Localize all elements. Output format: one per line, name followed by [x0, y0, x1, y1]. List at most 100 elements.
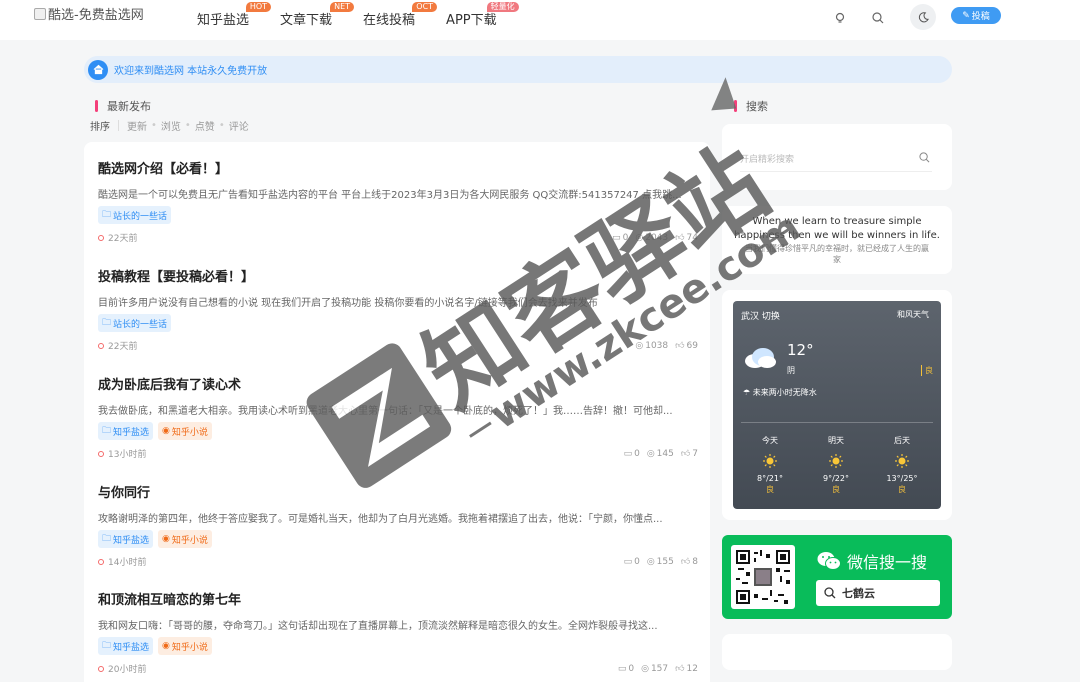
divider — [118, 120, 119, 131]
post-tag[interactable]: ◉ 知乎小说 — [158, 637, 212, 655]
view-count: ◎ 157 — [641, 664, 668, 674]
sort-option-views[interactable]: 浏览 — [161, 118, 181, 133]
book-icon: ◉ — [162, 534, 170, 544]
eye-icon: ◎ — [646, 556, 655, 567]
view-count: ◎ 145 — [647, 449, 674, 459]
post-title[interactable]: 酷选网介绍【必看！】 — [98, 158, 698, 177]
post-title[interactable]: 和顶流相互暗恋的第七年 — [98, 589, 698, 608]
sort-option-updated[interactable]: 更新 — [127, 118, 147, 133]
clock-icon — [98, 342, 104, 349]
rain-forecast: ☂ 未来两小时无降水 — [743, 387, 817, 398]
time-text: 22天前 — [108, 342, 138, 352]
folder-icon: 🗀 — [102, 210, 112, 220]
folder-icon: 🗀 — [102, 318, 112, 328]
like-count: 👍︎ 12 — [675, 664, 698, 674]
main-nav: 知乎盐选 HOT 文章下载 NET 在线投稿 OCT APP下载 轻量化 — [197, 2, 528, 28]
site-logo[interactable]: 酷选-免费盐选网 — [34, 4, 144, 23]
post-excerpt: 酷选网是一个可以免费且无广告看知乎盐选内容的平台 平台上线于2023年3月3日为… — [98, 190, 682, 201]
like-count: 👍︎ 7 — [681, 449, 698, 459]
post-tag[interactable]: ◉ 知乎小说 — [158, 422, 212, 440]
folder-icon: 🗀 — [102, 641, 112, 651]
notice-bar: 欢迎来到酷选网 本站永久免费开放 — [84, 56, 952, 83]
post-title[interactable]: 与你同行 — [98, 482, 698, 501]
like-count-text: 69 — [686, 340, 698, 351]
comment-count: ▭ 0 — [624, 449, 640, 459]
weather-location[interactable]: 武汉 切换 — [741, 309, 780, 322]
search-icon[interactable] — [919, 152, 930, 166]
comment-count: ▭ 0 — [624, 557, 640, 567]
nav-label: APP下载 — [446, 13, 497, 28]
search-icon[interactable] — [867, 7, 889, 29]
rain-forecast-text: 未来两小时无降水 — [752, 388, 817, 397]
rain-icon: ☂ — [743, 388, 753, 397]
sort-option-likes[interactable]: 点赞 — [195, 118, 215, 133]
section-title-text: 搜索 — [746, 100, 768, 113]
notice-text: 欢迎来到酷选网 本站永久免费开放 — [114, 66, 268, 77]
book-icon: ◉ — [162, 426, 170, 436]
nav-item-article-download[interactable]: 文章下载 NET — [280, 2, 355, 28]
post-time: 22天前 — [98, 339, 137, 352]
clock-icon — [98, 234, 104, 241]
wechat-search-card[interactable]: 微信搜一搜 七鹤云 — [722, 535, 952, 619]
post-title[interactable]: 投稿教程【要投稿必看！】 — [98, 266, 698, 285]
book-icon: ◉ — [162, 641, 170, 651]
thumbs-up-icon: 👍︎ — [680, 556, 691, 567]
thumbs-up-icon: 👍︎ — [680, 448, 691, 459]
lightbulb-icon[interactable] — [829, 7, 851, 29]
post-item[interactable]: 酷选网介绍【必看！】 酷选网是一个可以免费且无广告看知乎盐选内容的平台 平台上线… — [98, 158, 698, 244]
post-title[interactable]: 成为卧底后我有了读心术 — [98, 374, 698, 393]
forecast-day-label: 后天 — [894, 436, 910, 445]
time-text: 14小时前 — [108, 558, 147, 568]
like-count-text: 12 — [686, 663, 698, 674]
search-icon — [824, 587, 836, 599]
tag-label: 站长的一些话 — [113, 319, 168, 330]
post-list: 酷选网介绍【必看！】 酷选网是一个可以免费且无广告看知乎盐选内容的平台 平台上线… — [84, 142, 710, 682]
pencil-icon: ✎ — [962, 10, 970, 21]
post-tag[interactable]: 🗀 站长的一些话 — [98, 314, 172, 332]
qr-code — [731, 545, 795, 609]
tag-label: 知乎盐选 — [113, 642, 150, 653]
nav-item-app-download[interactable]: APP下载 轻量化 — [446, 2, 519, 28]
nav-item-online-submit[interactable]: 在线投稿 OCT — [363, 2, 438, 28]
post-item[interactable]: 成为卧底后我有了读心术 我去做卧底，和黑道老大相亲。我用读心术听到黑道老大心里第… — [98, 374, 698, 460]
like-count-text: 7 — [692, 448, 698, 459]
post-item[interactable]: 投稿教程【要投稿必看！】 目前许多用户说没有自己想看的小说 现在我们开启了投稿功… — [98, 266, 698, 352]
post-tag[interactable]: 🗀 知乎盐选 — [98, 422, 154, 440]
post-item[interactable]: 与你同行 攻略谢明泽的第四年，他终于答应娶我了。可是婚礼当天，他却为了白月光逃婚… — [98, 482, 698, 568]
post-tag[interactable]: 🗀 知乎盐选 — [98, 530, 154, 548]
search-input[interactable]: 开启精彩搜索 — [740, 152, 932, 172]
section-title-text: 最新发布 — [107, 100, 151, 113]
forecast-range: 13°/25° — [886, 474, 918, 483]
sort-option-comments[interactable]: 评论 — [229, 118, 249, 133]
post-tag[interactable]: 🗀 站长的一些话 — [98, 206, 172, 224]
submit-post-button[interactable]: ✎ 投稿 — [951, 7, 1001, 24]
post-excerpt: 目前许多用户说没有自己想看的小说 现在我们开启了投稿功能 投稿你要看的小说名字/… — [98, 298, 598, 309]
post-tag[interactable]: 🗀 知乎盐选 — [98, 637, 154, 655]
nav-label: 文章下载 — [280, 13, 333, 28]
quote-card: When we learn to treasure simple happine… — [722, 206, 952, 274]
post-time: 13小时前 — [98, 447, 146, 460]
tag-label: 知乎小说 — [171, 642, 208, 653]
sun-icon — [763, 454, 777, 468]
comment-icon: ▭ — [612, 232, 621, 243]
view-count: ◎ 2043 — [635, 233, 668, 243]
forecast-day-label: 明天 — [828, 436, 844, 445]
dark-mode-toggle[interactable] — [910, 4, 936, 30]
view-count: ◎ 1038 — [635, 341, 668, 351]
like-count-text: 74 — [686, 232, 698, 243]
home-icon — [88, 59, 108, 80]
nav-item-zhihu-yanxuan[interactable]: 知乎盐选 HOT — [197, 2, 272, 28]
post-item[interactable]: 和顶流相互暗恋的第七年 我和网友口嗨：「哥哥的腰，夺命弯刀。」这句话却出现在了直… — [98, 589, 698, 675]
wechat-search-keyword: 七鹤云 — [842, 587, 875, 600]
like-count-text: 8 — [692, 556, 698, 567]
time-text: 22天前 — [108, 234, 138, 244]
dot-separator: • — [151, 120, 157, 131]
wechat-title-text: 微信搜一搜 — [847, 553, 928, 572]
view-count-text: 155 — [656, 556, 674, 567]
post-tag[interactable]: ◉ 知乎小说 — [158, 530, 212, 548]
post-excerpt: 我和网友口嗨：「哥哥的腰，夺命弯刀。」这句话却出现在了直播屏幕上，顶流淡然解释是… — [98, 621, 658, 632]
quote-english: When we learn to treasure simple happine… — [734, 216, 940, 241]
wechat-search-box[interactable]: 七鹤云 — [816, 580, 940, 606]
thumbs-up-icon: 👍︎ — [675, 663, 685, 674]
sort-label: 排序 — [90, 122, 110, 133]
